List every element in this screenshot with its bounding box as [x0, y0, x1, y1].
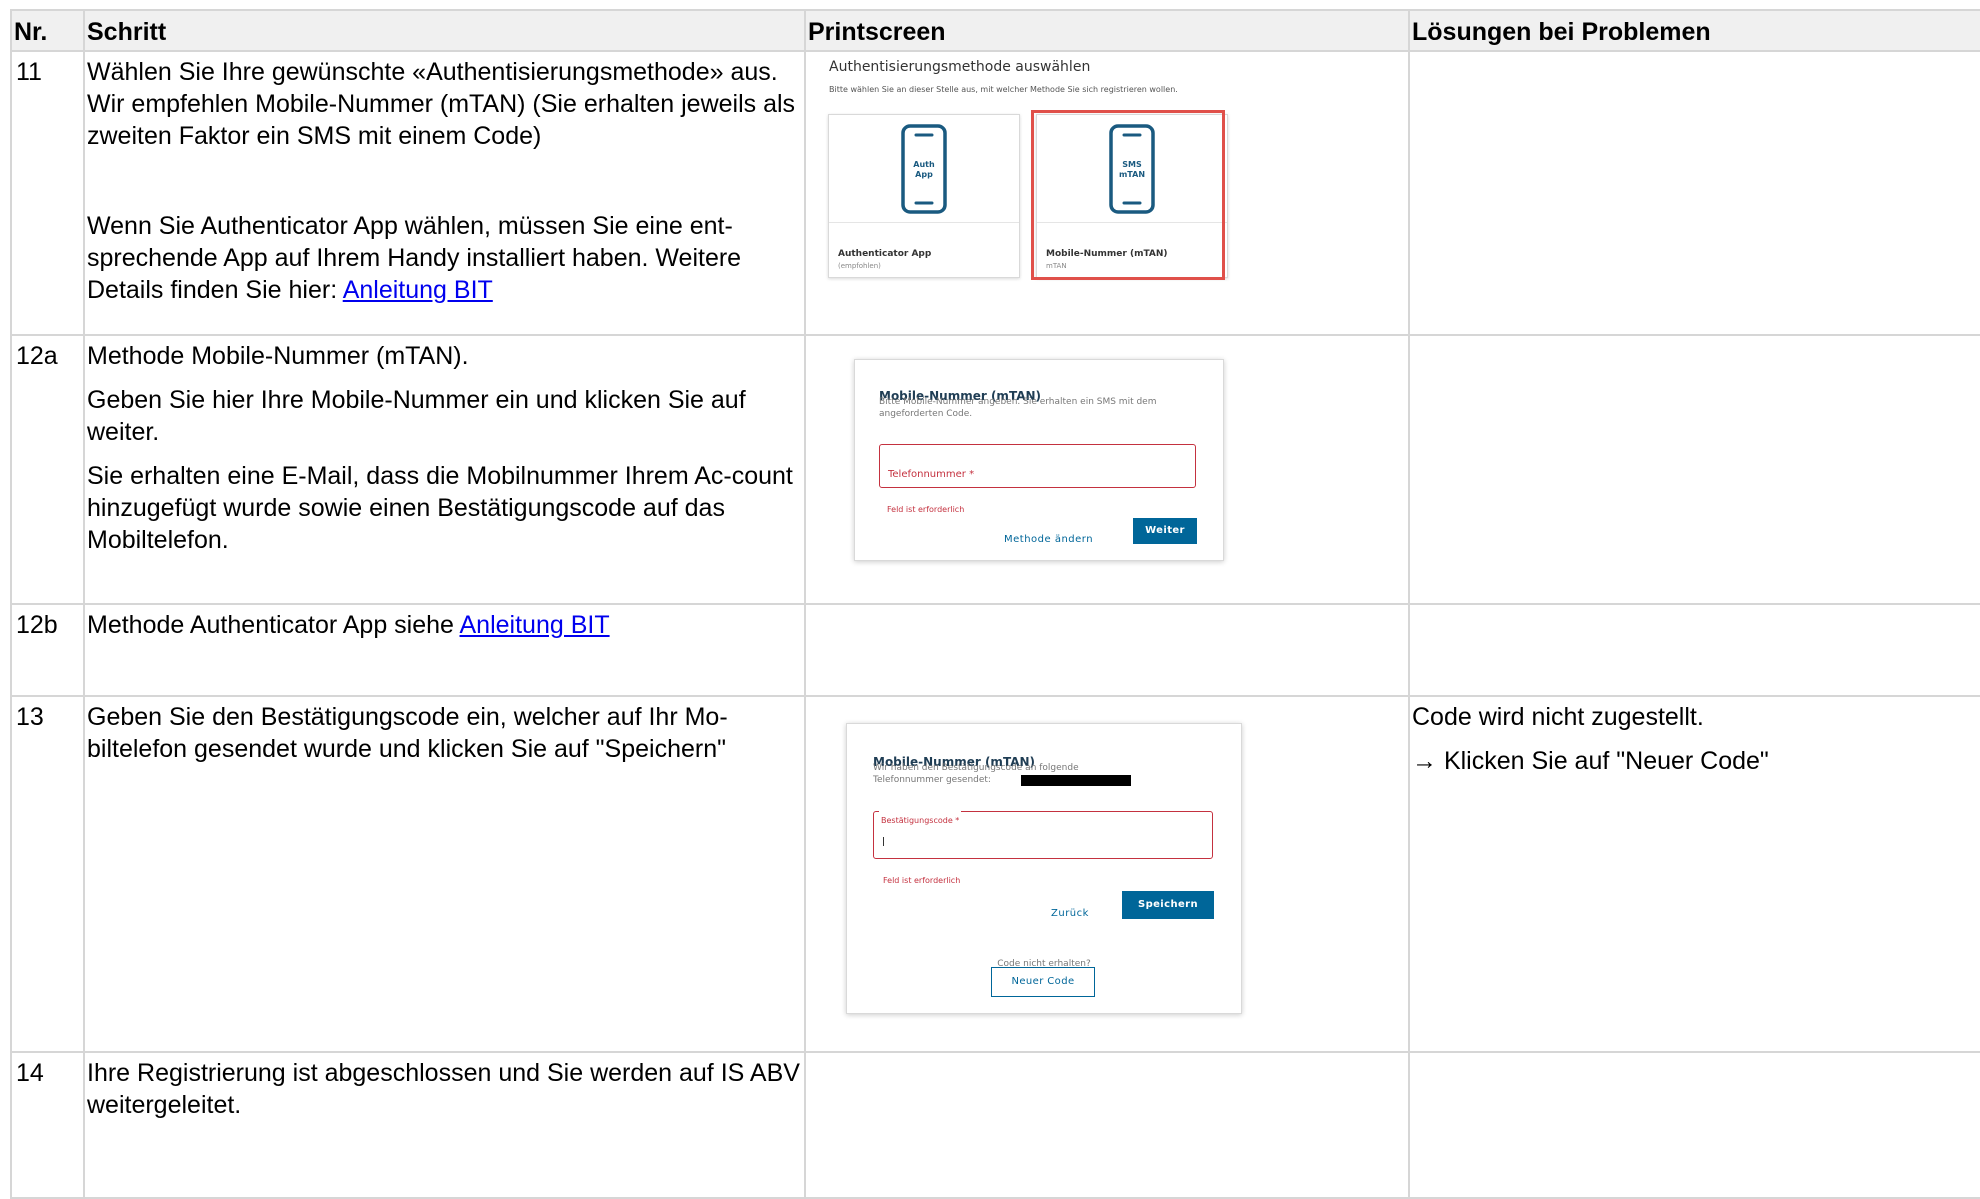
new-code-button[interactable]: Neuer Code [991, 967, 1095, 997]
header-loesungen: Lösungen bei Problemen [1408, 9, 1980, 52]
table-row: 12b Methode Authenticator App siehe Anle… [10, 603, 1980, 697]
field-error: Feld ist erforderlich [883, 876, 961, 885]
step-paragraph: Wählen Sie Ihre gewünschte «Authentisier… [87, 58, 796, 150]
card-divider [829, 222, 1019, 223]
auth-app-card[interactable]: Auth App Authenticator App (empfohlen) [828, 114, 1020, 278]
step-paragraph: Wenn Sie Authenticator App wählen, müsse… [87, 210, 802, 306]
anleitung-bit-link[interactable]: Anleitung BIT [343, 276, 493, 304]
dialog-description: Wir haben den Bestätigungscode an folgen… [873, 763, 1079, 773]
solution-paragraph: → Klicken Sie auf "Neuer Code" [1412, 747, 1769, 775]
solution-cell [1408, 603, 1980, 697]
step-text: Methode Mobile-Nummer (mTAN). Geben Sie … [83, 334, 806, 605]
step-paragraph: Geben Sie den Bestätigungscode ein, welc… [87, 703, 728, 763]
table-row: 13 Geben Sie den Bestätigungscode ein, w… [10, 695, 1980, 1053]
field-label: Telefonnummer * [888, 469, 975, 480]
step-number: 11 [10, 50, 85, 336]
table-row: 12a Methode Mobile-Nummer (mTAN). Geben … [10, 334, 1980, 605]
solution-cell [1408, 1051, 1980, 1199]
header-nr: Nr. [10, 9, 85, 52]
step-paragraph-text: Methode Authenticator App siehe [87, 611, 460, 639]
selection-highlight [1031, 110, 1225, 280]
step-number: 13 [10, 695, 85, 1053]
step-paragraph: Ihre Registrierung ist abgeschlossen und… [87, 1059, 800, 1119]
dialog-description: Telefonnummer gesendet: [873, 775, 991, 785]
printscreen-cell: Mobile-Nummer (mTAN) Bitte Mobile-Nummer… [804, 334, 1410, 605]
header-printscreen: Printscreen [804, 9, 1410, 52]
header-schritt: Schritt [83, 9, 806, 52]
table-row: 11 Wählen Sie Ihre gewünschte «Authentis… [10, 50, 1980, 336]
back-button[interactable]: Zurück [1051, 898, 1089, 930]
dialog-description: Bitte Mobile-Nummer angeben. Sie erhalte… [879, 397, 1157, 419]
step-number: 12a [10, 334, 85, 605]
solution-cell: Code wird nicht zugestellt. → Klicken Si… [1408, 695, 1980, 1053]
step-text: Geben Sie den Bestätigungscode ein, welc… [83, 695, 806, 1053]
step-text: Methode Authenticator App siehe Anleitun… [83, 603, 806, 697]
printscreen-cell [804, 1051, 1410, 1199]
phone-number-input[interactable]: Telefonnummer * [879, 444, 1196, 488]
phone-text: Auth [913, 160, 935, 169]
mtan-phone-dialog: Mobile-Nummer (mTAN) Bitte Mobile-Nummer… [854, 359, 1224, 561]
next-button[interactable]: Weiter [1133, 518, 1197, 544]
solution-paragraph: Code wird nicht zugestellt. [1412, 703, 1704, 731]
step-text: Wählen Sie Ihre gewünschte «Authentisier… [83, 50, 806, 336]
step-paragraph: Sie erhalten eine E-Mail, dass die Mobil… [87, 462, 793, 554]
step-paragraph: Methode Authenticator App siehe Anleitun… [87, 609, 802, 641]
save-button[interactable]: Speichern [1122, 891, 1214, 919]
card-sublabel: (empfohlen) [838, 262, 881, 270]
change-method-button[interactable]: Methode ändern [1004, 524, 1093, 556]
anleitung-bit-link[interactable]: Anleitung BIT [460, 611, 610, 639]
printscreen-cell: Authentisierungsmethode auswählen Bitte … [804, 50, 1410, 336]
table-row: 14 Ihre Registrierung ist abgeschlossen … [10, 1051, 1980, 1199]
phone-text: App [915, 170, 933, 179]
redacted-phone-number [1021, 775, 1131, 786]
solution-cell [1408, 50, 1980, 336]
screenshot-title: Authentisierungsmethode auswählen [829, 59, 1091, 75]
step-paragraph: Methode Mobile-Nummer (mTAN). [87, 342, 469, 370]
solution-cell [1408, 334, 1980, 605]
auth-method-screenshot: Authentisierungsmethode auswählen Bitte … [806, 52, 1408, 334]
table-header-row: Nr. Schritt Printscreen Lösungen bei Pro… [10, 9, 1980, 52]
field-error: Feld ist erforderlich [887, 505, 965, 514]
printscreen-cell: Mobile-Nummer (mTAN) Wir haben den Bestä… [804, 695, 1410, 1053]
field-label: Bestätigungscode * [879, 805, 962, 837]
screenshot-subtitle: Bitte wählen Sie an dieser Stelle aus, m… [829, 85, 1178, 94]
step-paragraph: Geben Sie hier Ihre Mobile-Nummer ein un… [87, 386, 746, 446]
step-number: 14 [10, 1051, 85, 1199]
phone-icon: Auth App [901, 124, 947, 214]
instruction-table: Nr. Schritt Printscreen Lösungen bei Pro… [10, 9, 1980, 1199]
step-number: 12b [10, 603, 85, 697]
printscreen-cell [804, 603, 1410, 697]
step-text: Ihre Registrierung ist abgeschlossen und… [83, 1051, 806, 1199]
mtan-code-dialog: Mobile-Nummer (mTAN) Wir haben den Bestä… [846, 723, 1242, 1014]
